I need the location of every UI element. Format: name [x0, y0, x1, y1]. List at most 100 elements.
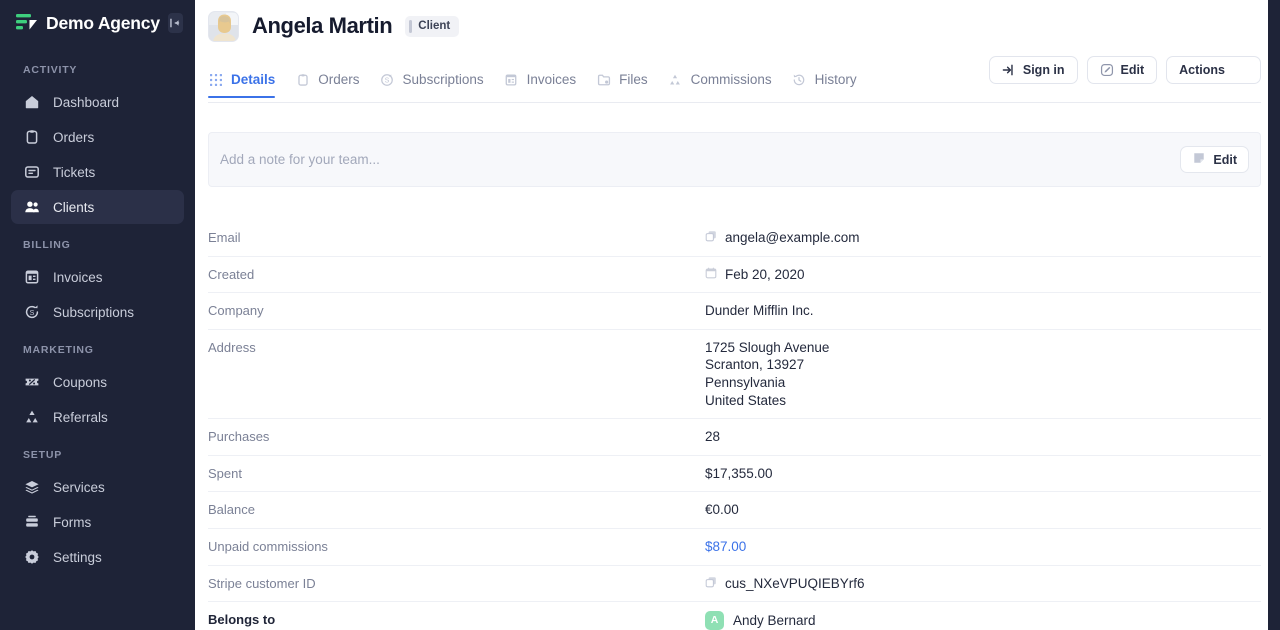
purchases-value: 28: [705, 429, 721, 445]
note-placeholder: Add a note for your team...: [220, 152, 380, 167]
detail-row-company: Company Dunder Mifflin Inc.: [208, 292, 1261, 329]
team-note-bar[interactable]: Add a note for your team... Edit: [208, 132, 1261, 187]
tab-commissions[interactable]: Commissions: [663, 72, 787, 98]
tab-orders[interactable]: Orders: [290, 72, 374, 98]
detail-label: Unpaid commissions: [208, 538, 328, 554]
detail-row-created: Created Feb 20, 2020: [208, 255, 1261, 293]
detail-value: angela@example.com: [705, 229, 860, 247]
tab-files[interactable]: Files: [591, 72, 663, 98]
note-edit-icon: [1192, 151, 1206, 168]
status-badge-label: Client: [418, 20, 451, 32]
list-item[interactable]: A Andy Bernard: [705, 611, 833, 630]
tab-label: Invoices: [526, 72, 577, 87]
chevron-down-icon: [1234, 63, 1248, 77]
clipboard-icon: [23, 129, 40, 146]
sidebar-item-label: Settings: [53, 549, 102, 565]
sidebar-section-billing: BILLING: [23, 239, 71, 251]
sidebar: Demo Agency ACTIVITY Dashboard Orders Ti…: [0, 0, 195, 630]
tab-label: Subscriptions: [402, 72, 484, 87]
main-content: Angela Martin Client Details Orders S Su…: [195, 0, 1280, 630]
coupon-percent-icon: [23, 374, 40, 391]
tab-subscriptions[interactable]: S Subscriptions: [375, 72, 499, 98]
sidebar-item-clients[interactable]: Clients: [11, 190, 184, 224]
invoice-icon: [23, 269, 40, 286]
page-title: Angela Martin: [252, 13, 393, 38]
detail-label: Balance: [208, 502, 255, 518]
detail-value: $87.00: [705, 538, 746, 556]
sidebar-item-label: Clients: [53, 199, 95, 215]
right-edge-strip: [1268, 0, 1280, 630]
sidebar-item-label: Forms: [53, 514, 92, 530]
brand-name: Demo Agency: [46, 12, 160, 33]
copy-icon[interactable]: [705, 229, 717, 247]
calendar-icon: [705, 266, 717, 284]
spent-value: $17,355.00: [705, 465, 773, 481]
sidebar-item-referrals[interactable]: Referrals: [11, 400, 184, 434]
detail-row-unpaid-commissions: Unpaid commissions $87.00: [208, 527, 1261, 565]
collapse-arrow-glyph: [170, 18, 180, 28]
copy-icon[interactable]: [705, 575, 717, 593]
note-edit-button[interactable]: Edit: [1180, 146, 1249, 173]
sign-in-label: Sign in: [1022, 63, 1065, 77]
tab-label: Files: [619, 72, 648, 87]
sidebar-item-settings[interactable]: Settings: [11, 540, 184, 574]
forms-icon: [23, 514, 40, 531]
sidebar-item-invoices[interactable]: Invoices: [11, 260, 184, 294]
detail-row-purchases: Purchases 28: [208, 418, 1261, 455]
tab-invoices[interactable]: Invoices: [499, 72, 592, 98]
sidebar-item-label: Dashboard: [53, 94, 120, 110]
address-value: 1725 Slough Avenue Scranton, 13927 Penns…: [705, 339, 829, 409]
avatar: A: [705, 611, 724, 630]
belongs-to-value: A Andy Bernard T Toby Flenderson: [705, 611, 833, 630]
sidebar-item-services[interactable]: Services: [11, 470, 184, 504]
detail-label: Stripe customer ID: [208, 575, 316, 591]
sidebar-item-dashboard[interactable]: Dashboard: [11, 85, 184, 119]
svg-text:S: S: [385, 77, 390, 84]
clipboard-icon: [295, 72, 310, 87]
sign-in-icon: [1002, 63, 1016, 77]
actions-dropdown-button[interactable]: Actions: [1166, 56, 1261, 84]
sign-in-button[interactable]: Sign in: [988, 56, 1078, 84]
address-line: 1725 Slough Avenue: [705, 339, 830, 355]
refresh-dollar-icon: S: [380, 72, 395, 87]
detail-value: cus_NXeVPUQIEBYrf6: [705, 575, 865, 593]
referral-share-icon: [23, 409, 40, 426]
sidebar-item-subscriptions[interactable]: S Subscriptions: [11, 295, 184, 329]
edit-button[interactable]: Edit: [1086, 56, 1158, 84]
detail-label: Purchases: [208, 429, 270, 445]
tab-label: History: [814, 72, 857, 87]
tab-bar-divider: [208, 102, 1261, 103]
sidebar-item-orders[interactable]: Orders: [11, 120, 184, 154]
tab-label: Commissions: [690, 72, 772, 87]
sidebar-item-forms[interactable]: Forms: [11, 505, 184, 539]
created-value: Feb 20, 2020: [725, 266, 805, 282]
tab-label: Orders: [318, 72, 360, 87]
sidebar-section-setup: SETUP: [23, 449, 63, 461]
unpaid-commissions-link[interactable]: $87.00: [705, 539, 746, 554]
brand-header: Demo Agency: [0, 0, 195, 46]
detail-value: Feb 20, 2020: [705, 266, 805, 284]
layers-icon: [23, 479, 40, 496]
sidebar-item-label: Coupons: [53, 374, 108, 390]
tab-details[interactable]: Details: [208, 72, 290, 98]
stripe-customer-id-value: cus_NXeVPUQIEBYrf6: [725, 575, 865, 591]
details-table: Email angela@example.com Created Feb 20,…: [208, 220, 1261, 630]
email-value: angela@example.com: [725, 230, 860, 245]
folder-icon: [596, 72, 611, 87]
sidebar-item-coupons[interactable]: Coupons: [11, 365, 184, 399]
detail-label: Created: [208, 266, 255, 282]
sidebar-item-label: Subscriptions: [53, 304, 135, 320]
sidebar-item-label: Services: [53, 479, 105, 495]
edit-label: Edit: [1120, 63, 1145, 77]
avatar-photo-graphic: [209, 11, 238, 41]
sidebar-item-tickets[interactable]: Tickets: [11, 155, 184, 189]
tab-history[interactable]: History: [787, 72, 872, 98]
detail-row-address: Address 1725 Slough Avenue Scranton, 139…: [208, 328, 1261, 418]
actions-label: Actions: [1179, 63, 1225, 77]
balance-value: €0.00: [705, 502, 739, 518]
owner-name: Andy Bernard: [733, 612, 816, 628]
bars-arrow-logo-icon: [16, 13, 37, 29]
collapse-sidebar-icon[interactable]: [167, 13, 183, 33]
sidebar-item-label: Invoices: [53, 269, 103, 285]
ticket-note-icon: [23, 164, 40, 181]
